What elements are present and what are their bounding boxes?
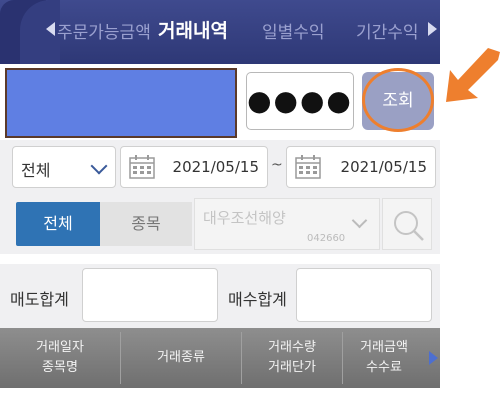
calendar-icon [129, 155, 155, 179]
col-type: 거래종류 [121, 328, 241, 388]
date-to-field[interactable]: 2021/05/15 [286, 146, 436, 188]
col-type-label: 거래종류 [157, 350, 205, 365]
date-from-field[interactable]: 2021/05/15 [120, 146, 268, 188]
bottom-margin [0, 388, 504, 400]
top-tab-bar: 주문가능금액 거래내역 일별수익 기간수익 [0, 0, 440, 64]
date-separator: ~ [271, 157, 283, 173]
stock-name: 대우조선해양 [203, 209, 286, 227]
col-name-label: 종목명 [42, 360, 78, 375]
col-date-name: 거래일자 종목명 [0, 328, 120, 388]
col-fee-label: 수수료 [366, 360, 402, 375]
col-amount-label: 거래금액 [360, 340, 408, 355]
tab-available-amount[interactable]: 주문가능금액 [57, 18, 151, 43]
date-from-value: 2021/05/15 [172, 158, 259, 176]
tab-daily-profit[interactable]: 일별수익 [262, 18, 325, 43]
date-to-value: 2021/05/15 [340, 158, 427, 176]
summary-row: 매도합계 매수합계 [0, 264, 440, 328]
tab-transaction-history[interactable]: 거래내역 [158, 16, 228, 43]
sell-total-label: 매도합계 [10, 290, 69, 309]
sell-total-value [82, 268, 218, 322]
table-header: 거래일자 종목명 거래종류 거래수량 거래단가 거래금액 수수료 [0, 328, 440, 388]
password-field[interactable]: ●●●● [246, 72, 354, 130]
segment-stock-button[interactable]: 종목 [100, 202, 192, 246]
buy-total-value [296, 268, 432, 322]
account-number-field[interactable] [5, 68, 237, 138]
calendar-icon [295, 155, 321, 179]
type-select-value: 전체 [21, 161, 51, 180]
col-qty-label: 거래수량 [268, 340, 316, 355]
col-date-label: 거래일자 [36, 340, 84, 355]
segment-all-button[interactable]: 전체 [16, 202, 100, 246]
pointer-arrow-icon [446, 48, 500, 102]
table-scroll-right-icon[interactable] [429, 351, 438, 365]
tab-scroll-right-icon[interactable] [428, 22, 437, 36]
date-filter-row: 전체 2021/05/15 ~ 2021/05/15 [0, 140, 440, 194]
chevron-down-icon [351, 212, 368, 229]
col-amount-fee: 거래금액 수수료 [343, 328, 425, 388]
col-price-label: 거래단가 [268, 360, 316, 375]
tab-scroll-left-icon[interactable] [46, 22, 55, 36]
col-qty-price: 거래수량 거래단가 [242, 328, 342, 388]
tab-period-profit[interactable]: 기간수익 [356, 18, 419, 43]
stock-code: 042660 [307, 233, 346, 244]
spacer [0, 254, 440, 264]
stock-select[interactable]: 대우조선해양 042660 [194, 198, 380, 250]
buy-total-label: 매수합계 [228, 290, 287, 309]
type-select[interactable]: 전체 [12, 146, 116, 188]
account-row: ●●●● 조회 [0, 66, 440, 140]
stock-filter-row: 전체 종목 대우조선해양 042660 [0, 194, 440, 254]
chevron-down-icon [90, 157, 108, 175]
search-button[interactable] [382, 198, 432, 250]
search-icon [394, 211, 424, 241]
query-button[interactable]: 조회 [362, 72, 434, 130]
